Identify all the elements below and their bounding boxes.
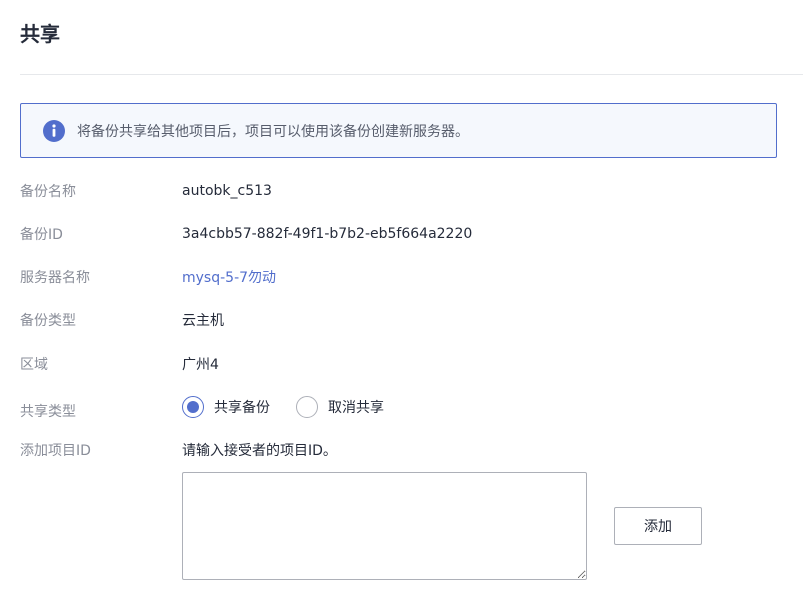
page-title: 共享 [20,22,60,46]
region-row: 区域 广州4 [20,353,219,375]
radio-share-backup-label: 共享备份 [214,400,270,416]
backup-type-row: 备份类型 云主机 [20,309,224,331]
add-project-id-label: 添加项目ID [20,443,91,459]
add-project-id-row: 添加项目ID 请输入接受者的项目ID。 [20,439,337,461]
add-project-id-hint: 请输入接受者的项目ID。 [182,443,337,459]
backup-name-label: 备份名称 [20,184,76,200]
region-label: 区域 [20,357,48,373]
backup-name-value: autobk_c513 [182,183,272,199]
server-name-row: 服务器名称 mysq-5-7勿动 [20,266,276,288]
radio-share-backup[interactable]: 共享备份 [182,396,270,418]
info-banner-text: 将备份共享给其他项目后，项目可以使用该备份创建新服务器。 [77,123,469,140]
backup-name-row: 备份名称 autobk_c513 [20,180,272,202]
backup-id-label: 备份ID [20,227,63,243]
backup-type-label: 备份类型 [20,313,76,329]
share-dialog: 共享 将备份共享给其他项目后，项目可以使用该备份创建新服务器。 备份名称 aut… [0,0,803,590]
server-name-label: 服务器名称 [20,270,90,286]
share-type-radio-group: 共享备份 取消共享 [182,396,410,418]
backup-type-value: 云主机 [182,313,224,329]
share-type-row: 共享类型 共享备份 取消共享 [20,396,410,420]
backup-id-row: 备份ID 3a4cbb57-882f-49f1-b7b2-eb5f664a222… [20,223,472,245]
radio-cancel-share-label: 取消共享 [328,400,384,416]
info-icon [43,119,65,142]
share-type-label: 共享类型 [20,404,76,420]
info-banner: 将备份共享给其他项目后，项目可以使用该备份创建新服务器。 [20,103,777,158]
header-divider [20,74,803,75]
radio-cancel-share[interactable]: 取消共享 [296,396,384,418]
server-name-link[interactable]: mysq-5-7勿动 [182,267,276,287]
add-button[interactable]: 添加 [614,507,702,545]
radio-checked-icon[interactable] [182,396,204,418]
backup-id-value: 3a4cbb57-882f-49f1-b7b2-eb5f664a2220 [182,226,473,242]
project-id-input[interactable] [182,472,587,580]
region-value: 广州4 [182,357,219,373]
radio-unchecked-icon[interactable] [296,396,318,418]
